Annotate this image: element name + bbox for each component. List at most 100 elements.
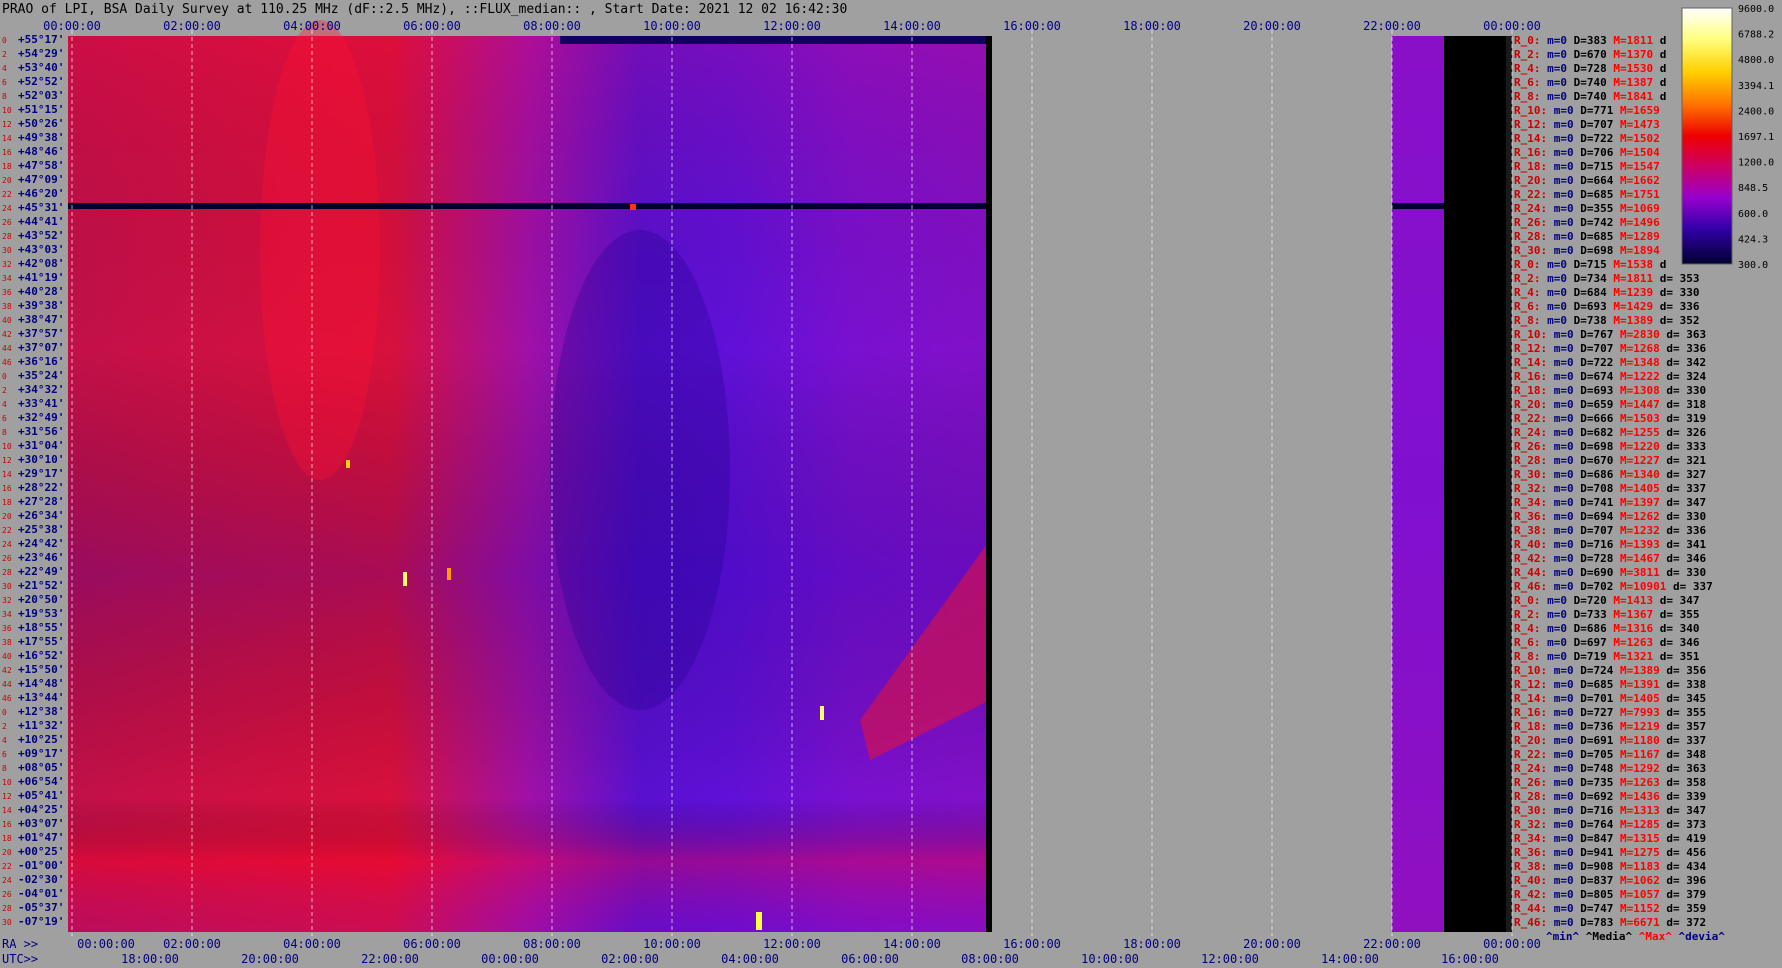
hot-spot: [447, 568, 451, 580]
stats-row-name: R_36:: [1514, 846, 1554, 859]
strip-black-line: [1392, 203, 1444, 209]
stats-row-max: M=1841: [1613, 90, 1659, 103]
dec-label: +25°38': [18, 523, 64, 536]
row-index: 14: [2, 470, 12, 479]
stats-row-median: D=735: [1580, 776, 1620, 789]
stats-row-max: M=1285: [1620, 818, 1666, 831]
top-tick-label: 14:00:00: [883, 19, 941, 33]
stats-row-median: D=685: [1580, 230, 1620, 243]
stats-row-max: M=1262: [1620, 510, 1666, 523]
stats-row-dev: d= 326: [1666, 426, 1706, 439]
stats-row-dev: d: [1660, 90, 1667, 103]
dec-label: +48°46': [18, 145, 64, 158]
stats-row-min: m=0: [1547, 48, 1574, 61]
stats-row-max: M=1220: [1620, 440, 1666, 453]
stats-row-min: m=0: [1554, 370, 1581, 383]
stats-row-name: R_6:: [1514, 300, 1547, 313]
stats-row-max: M=1227: [1620, 454, 1666, 467]
stats-row-name: R_36:: [1514, 510, 1554, 523]
stats-row: R_44: m=0 D=690 M=3811 d= 330: [1514, 566, 1706, 579]
stats-row-min: m=0: [1547, 300, 1574, 313]
stats-row: R_18: m=0 D=693 M=1308 d= 330: [1514, 384, 1706, 397]
stats-row: R_46: m=0 D=702 M=10901 d= 337: [1514, 580, 1713, 593]
dec-label: +47°09': [18, 173, 64, 186]
stats-row: R_16: m=0 D=706 M=1504: [1514, 146, 1660, 159]
stats-row-name: R_2:: [1514, 48, 1547, 61]
row-index: 16: [2, 484, 12, 493]
stats-row-min: m=0: [1554, 132, 1581, 145]
colorbar-tick-label: 4800.0: [1738, 55, 1774, 66]
row-index: 26: [2, 890, 12, 899]
stats-row-name: R_10:: [1514, 664, 1554, 677]
stats-row-dev: d= 347: [1666, 496, 1706, 509]
stats-row-median: D=666: [1580, 412, 1620, 425]
dec-label: +04°25': [18, 803, 64, 816]
hot-spot: [630, 204, 636, 210]
colorbar-ticks: 9600.0 6788.2 4800.0 3394.1 2400.0 1697.1 1200…: [1738, 4, 1774, 271]
ra-tick-label: 00:00:00: [1483, 937, 1541, 951]
stats-row-min: m=0: [1554, 104, 1581, 117]
stats-row-min: m=0: [1547, 258, 1574, 271]
stats-row-min: m=0: [1554, 580, 1581, 593]
row-index: 10: [2, 106, 12, 115]
stats-row-dev: d= 434: [1666, 860, 1706, 873]
dec-label: +33°41': [18, 397, 64, 410]
row-index: 28: [2, 568, 12, 577]
row-index: 12: [2, 792, 12, 801]
stats-row-dev: d= 337: [1666, 734, 1706, 747]
stats-row-median: D=728: [1580, 552, 1620, 565]
stats-row: R_12: m=0 D=685 M=1391 d= 338: [1514, 678, 1706, 691]
stats-row-name: R_32:: [1514, 482, 1554, 495]
stats-row-max: M=1057: [1620, 888, 1666, 901]
stats-row-name: R_0:: [1514, 34, 1547, 47]
stats-row-min: m=0: [1554, 174, 1581, 187]
utc-tick-label: 12:00:00: [1201, 952, 1259, 966]
stats-row-dev: d= 347: [1660, 594, 1700, 607]
stats-row-max: M=1275: [1620, 846, 1666, 859]
heatmap-shading: [68, 36, 990, 932]
stats-row-max: M=1239: [1613, 286, 1659, 299]
stats-row-median: D=698: [1580, 244, 1620, 257]
stats-row-min: m=0: [1554, 160, 1581, 173]
stats-row-dev: d= 336: [1666, 524, 1706, 537]
stats-row-max: M=1308: [1620, 384, 1666, 397]
stats-row-min: m=0: [1554, 412, 1581, 425]
stats-row-name: R_16:: [1514, 706, 1554, 719]
stats-row-min: m=0: [1554, 790, 1581, 803]
stats-row-max: M=1389: [1620, 664, 1666, 677]
dec-label: +41°19': [18, 271, 64, 284]
ra-tick-label: 08:00:00: [523, 937, 581, 951]
stats-row-name: R_2:: [1514, 272, 1547, 285]
stats-row: R_10: m=0 D=724 M=1389 d= 356: [1514, 664, 1706, 677]
stats-row-dev: d= 338: [1666, 678, 1706, 691]
stats-row-dev: d= 333: [1666, 440, 1706, 453]
stats-row-min: m=0: [1547, 608, 1574, 621]
black-block: [1444, 36, 1506, 932]
stats-row-max: M=1289: [1620, 230, 1660, 243]
stats-row-dev: d= 348: [1666, 748, 1706, 761]
row-index: 18: [2, 834, 12, 843]
stats-row-max: M=1255: [1620, 426, 1666, 439]
row-index: 46: [2, 358, 12, 367]
stats-row-median: D=740: [1574, 90, 1614, 103]
stats-row-name: R_22:: [1514, 412, 1554, 425]
stats-row-dev: d= 327: [1666, 468, 1706, 481]
dec-label: +36°16': [18, 355, 64, 368]
stats-row-max: M=1315: [1620, 832, 1666, 845]
stats-row-name: R_44:: [1514, 566, 1554, 579]
stats-row-min: m=0: [1554, 524, 1581, 537]
stats-row-max: M=2830: [1620, 328, 1666, 341]
stats-row-max: M=1316: [1613, 622, 1659, 635]
stats-row-median: D=748: [1580, 762, 1620, 775]
stats-row-name: R_18:: [1514, 160, 1554, 173]
row-index: 12: [2, 120, 12, 129]
top-time-axis: 00:00:00 02:00:00 04:00:00 06:00:00 08:00:00…: [43, 19, 1541, 33]
stats-row-name: R_14:: [1514, 132, 1554, 145]
stats-row-median: D=686: [1574, 622, 1614, 635]
stats-row-dev: d= 342: [1666, 356, 1706, 369]
row-index: 6: [2, 750, 7, 759]
stats-row-min: m=0: [1554, 216, 1581, 229]
stats-row-name: R_30:: [1514, 804, 1554, 817]
stats-row-dev: d= 346: [1666, 552, 1706, 565]
stats-row-dev: d= 355: [1666, 706, 1706, 719]
